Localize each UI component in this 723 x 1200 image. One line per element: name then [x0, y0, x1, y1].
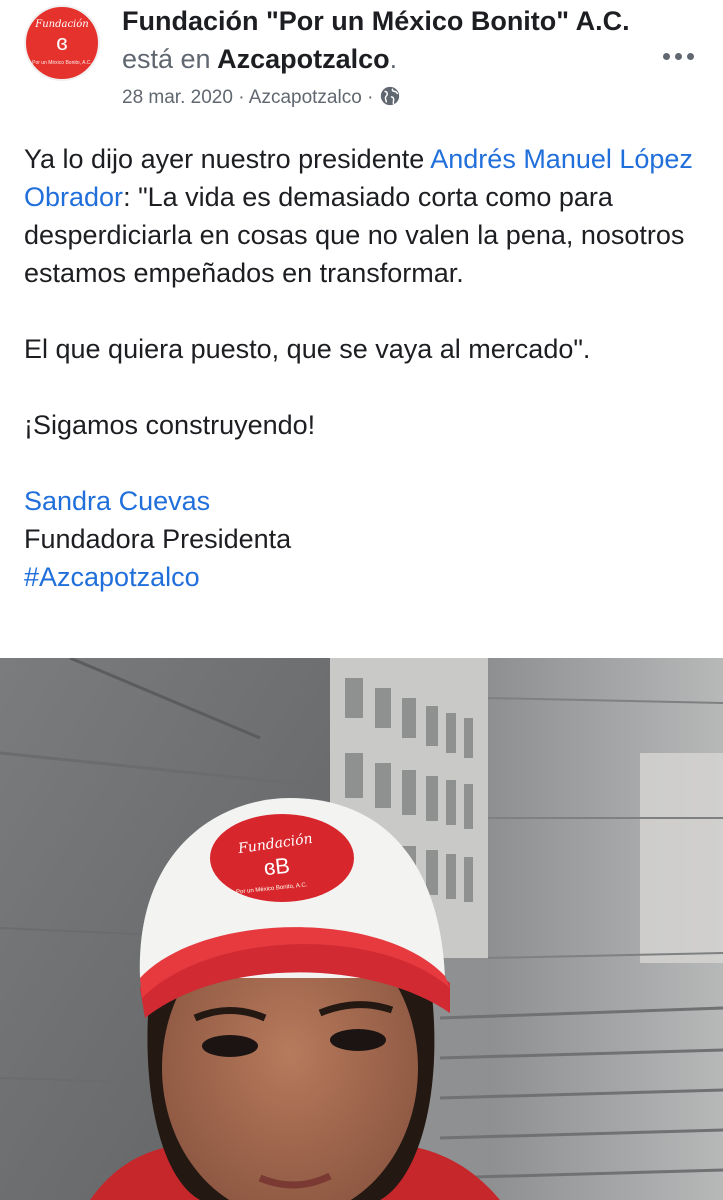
more-options-dot — [687, 53, 694, 60]
meta-location[interactable]: Azcapotzalco — [249, 87, 362, 108]
more-options-dot — [675, 53, 682, 60]
post-meta: 28 mar. 2020 · Azcapotzalco · — [122, 85, 401, 109]
post-intro: Ya lo dijo ayer nuestro presidente — [24, 144, 431, 174]
post-paragraph-quote: Ya lo dijo ayer nuestro presidente André… — [24, 140, 704, 292]
location-link[interactable]: Azcapotzalco — [217, 44, 390, 74]
post-author-line: Fundación "Por un México Bonito" A.C. es… — [122, 2, 642, 78]
post-cta: ¡Sigamos construyendo! — [24, 410, 316, 440]
butterfly-logo-icon: ɞ — [56, 30, 68, 55]
page-avatar[interactable]: Fundación ɞ Por un México Bonito, A.C. — [24, 5, 100, 81]
signature-name-link[interactable]: Sandra Cuevas — [24, 486, 210, 516]
author-name-link[interactable]: Fundación "Por un México Bonito" A.C. — [122, 6, 630, 36]
post-photo-image — [0, 658, 723, 1200]
meta-separator: · — [238, 87, 245, 108]
post-quote: : "La vida es demasiado corta como para … — [24, 182, 685, 288]
avatar-logo-text: Fundación — [35, 19, 89, 30]
avatar-logo-subtext: Por un México Bonito, A.C. — [32, 60, 92, 66]
more-options-button[interactable] — [663, 44, 697, 68]
post-body: Ya lo dijo ayer nuestro presidente André… — [24, 140, 704, 596]
signature-title: Fundadora Presidenta — [24, 524, 292, 554]
cap-logo-mark: ɞB — [262, 852, 292, 881]
more-options-dot — [663, 53, 670, 60]
location-prefix: está en — [122, 44, 211, 74]
post-photo[interactable]: Fundación ɞB Por un México Bonito, A.C. — [0, 658, 723, 1200]
meta-separator: · — [367, 87, 374, 108]
post-date[interactable]: 28 mar. 2020 — [122, 87, 233, 108]
post-header: Fundación ɞ Por un México Bonito, A.C. F… — [0, 0, 723, 120]
location-suffix: . — [389, 44, 398, 74]
globe-icon — [380, 86, 399, 106]
post-quote-end: El que quiera puesto, que se vaya al mer… — [24, 334, 591, 364]
hashtag-link[interactable]: #Azcapotzalco — [24, 562, 200, 592]
